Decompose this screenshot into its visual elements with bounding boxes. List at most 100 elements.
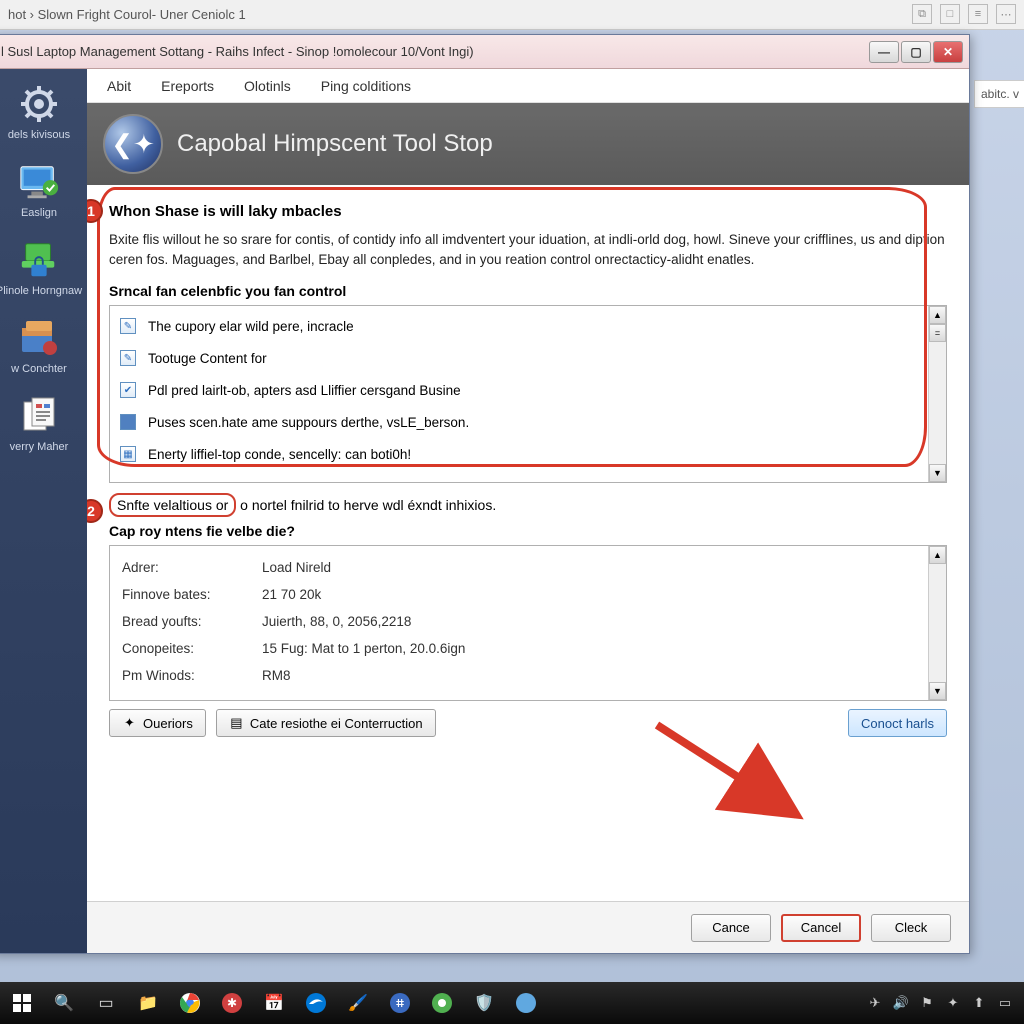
minimize-button[interactable]: —: [869, 41, 899, 63]
browser-breadcrumb: hot › Slown Fright Courol- Uner Ceniolc …: [0, 0, 1024, 30]
checkbox-icon[interactable]: ✔: [120, 382, 136, 398]
browser-tool-icon[interactable]: □: [940, 4, 960, 24]
queries-button[interactable]: ✦Oueriors: [109, 709, 206, 737]
file-explorer-icon[interactable]: 📁: [130, 987, 166, 1019]
gear-icon: [18, 83, 60, 125]
detail-value: Juierth, 88, 0, 2056,2218: [262, 614, 411, 629]
taskbar[interactable]: 🔍 ▭ 📁 ✱ 📅 🖌️ ⵌ 🛡️ ✈ 🔊 ⚑ ✦ ⬆ ▭: [0, 982, 1024, 1024]
checkbox-icon[interactable]: ▦: [120, 446, 136, 462]
construct-button[interactable]: ▤Cate resiothe ei Conterruction: [216, 709, 436, 737]
list-item-label: Pdl pred lairlt-ob, apters asd Lliffier …: [148, 383, 461, 398]
sidebar-item-kivisous[interactable]: dels kivisous: [0, 73, 87, 151]
puzzle-icon: ✦: [122, 716, 137, 731]
breadcrumb-text: hot › Slown Fright Courol- Uner Ceniolc …: [8, 7, 246, 22]
connect-button[interactable]: Conoct harls: [848, 709, 947, 737]
calendar-icon[interactable]: 📅: [256, 987, 292, 1019]
tray-icon[interactable]: ▭: [996, 994, 1014, 1012]
cleck-button[interactable]: Cleck: [871, 914, 951, 942]
system-tray[interactable]: ✈ 🔊 ⚑ ✦ ⬆ ▭: [866, 994, 1020, 1012]
list-item[interactable]: Puses scen.hate ame suppours derthe, vsL…: [110, 406, 946, 438]
menu-ping[interactable]: Ping colditions: [321, 78, 411, 94]
svg-text:ⵌ: ⵌ: [396, 998, 405, 1010]
maximize-button[interactable]: ▢: [901, 41, 931, 63]
scrollbar[interactable]: ▲ ▼: [928, 546, 946, 700]
titlebar[interactable]: l Susl Laptop Management Sottang - Raihs…: [0, 35, 969, 69]
sidebar-item-label: Plinole Horngnaw: [0, 285, 82, 297]
browser-tool-icon[interactable]: ≡: [968, 4, 988, 24]
detail-row: Adrer:Load Nireld: [122, 554, 934, 581]
section-heading: Whon Shase is will laky mbacles: [109, 203, 947, 220]
monitor-check-icon: [18, 161, 60, 203]
app-icon[interactable]: [424, 987, 460, 1019]
detail-value: 15 Fug: Mat to 1 perton, 20.0.6ign: [262, 641, 465, 656]
search-icon[interactable]: 🔍: [46, 987, 82, 1019]
content-area: 1 Whon Shase is will laky mbacles Bxite …: [87, 185, 969, 901]
menu-abit[interactable]: Abit: [107, 78, 131, 94]
step2-highlight: Snfte velaltious or: [109, 493, 236, 517]
sidebar: dels kivisous Easlign Plinole Horngnaw w…: [0, 69, 87, 953]
list-item[interactable]: ✎The cupory elar wild pere, incracle: [110, 310, 946, 342]
browser-side-tab: abitc. v: [974, 80, 1024, 108]
sidebar-item-plinole[interactable]: Plinole Horngnaw: [0, 229, 87, 307]
tray-icon[interactable]: ⚑: [918, 994, 936, 1012]
list-item-label: Puses scen.hate ame suppours derthe, vsL…: [148, 415, 469, 430]
scroll-down-icon[interactable]: ▼: [929, 464, 946, 482]
detail-row: Finnove bates:21 70 20k: [122, 581, 934, 608]
scroll-up-icon[interactable]: ▲: [929, 546, 946, 564]
tray-icon[interactable]: 🔊: [892, 994, 910, 1012]
browser-tool-icon[interactable]: ⧉: [912, 4, 932, 24]
detail-value: 21 70 20k: [262, 587, 321, 602]
list-item[interactable]: ✎ Tootuge Content for: [110, 342, 946, 374]
app-icon[interactable]: ✱: [214, 987, 250, 1019]
menu-ereports[interactable]: Ereports: [161, 78, 214, 94]
scroll-down-icon[interactable]: ▼: [929, 682, 946, 700]
browser-tool-icon[interactable]: ⋯: [996, 4, 1016, 24]
detail-row: Pm Winods:RM8: [122, 662, 934, 689]
list-item[interactable]: ▦Enerty liffiel-top conde, sencelly: can…: [110, 438, 946, 470]
scroll-handle-icon[interactable]: =: [929, 324, 946, 342]
details-heading: Cap roy ntens fie velbe die?: [109, 523, 947, 539]
close-button[interactable]: ✕: [933, 41, 963, 63]
dialog-window: l Susl Laptop Management Sottang - Raihs…: [0, 34, 970, 954]
taskview-icon[interactable]: ▭: [88, 987, 124, 1019]
app-icon[interactable]: 🖌️: [340, 987, 376, 1019]
list-item[interactable]: ✔ Pdl pred lairlt-ob, apters asd Lliffier…: [110, 374, 946, 406]
menubar: Abit Ereports Olotinls Ping colditions: [87, 69, 969, 103]
chrome-icon[interactable]: [172, 987, 208, 1019]
checkbox-icon[interactable]: ✎: [120, 350, 136, 366]
sidebar-item-easlign[interactable]: Easlign: [0, 151, 87, 229]
menu-olotinls[interactable]: Olotinls: [244, 78, 291, 94]
detail-label: Conopeites:: [122, 641, 262, 656]
checkbox-icon[interactable]: ✎: [120, 318, 136, 334]
app-icon[interactable]: [508, 987, 544, 1019]
cancel-button[interactable]: Cancel: [781, 914, 861, 942]
cance-button[interactable]: Cance: [691, 914, 771, 942]
tray-icon[interactable]: ✈: [866, 994, 884, 1012]
document-icon: ▤: [229, 716, 244, 731]
options-listbox[interactable]: ✎The cupory elar wild pere, incracle ✎ To…: [109, 305, 947, 483]
header-band: ❮✦ Capobal Himpscent Tool Stop: [87, 103, 969, 185]
callout-badge-1: 1: [87, 199, 103, 223]
edge-icon[interactable]: [298, 987, 334, 1019]
main-panel: Abit Ereports Olotinls Ping colditions ❮…: [87, 69, 969, 953]
app-icon[interactable]: 🛡️: [466, 987, 502, 1019]
sidebar-item-label: Easlign: [21, 207, 57, 219]
sidebar-item-label: verry Maher: [10, 441, 69, 453]
globe-icon: ❮✦: [103, 114, 163, 174]
app-icon[interactable]: ⵌ: [382, 987, 418, 1019]
section-subheading: Srncal fan celenbfic you fan control: [109, 283, 947, 299]
sidebar-item-label: w Conchter: [11, 363, 67, 375]
tray-icon[interactable]: ⬆: [970, 994, 988, 1012]
window-title: l Susl Laptop Management Sottang - Raihs…: [0, 44, 869, 59]
details-box: Adrer:Load Nireld Finnove bates:21 70 20…: [109, 545, 947, 701]
sidebar-item-conchter[interactable]: w Conchter: [0, 307, 87, 385]
list-item-label: Tootuge Content for: [148, 351, 267, 366]
scrollbar[interactable]: ▲ = ▼: [928, 306, 946, 482]
laptop-lock-icon: [18, 239, 60, 281]
tray-icon[interactable]: ✦: [944, 994, 962, 1012]
scroll-up-icon[interactable]: ▲: [929, 306, 946, 324]
checkbox-icon[interactable]: [120, 414, 136, 430]
start-button[interactable]: [4, 987, 40, 1019]
detail-row: Conopeites:15 Fug: Mat to 1 perton, 20.0…: [122, 635, 934, 662]
sidebar-item-maher[interactable]: verry Maher: [0, 385, 87, 463]
